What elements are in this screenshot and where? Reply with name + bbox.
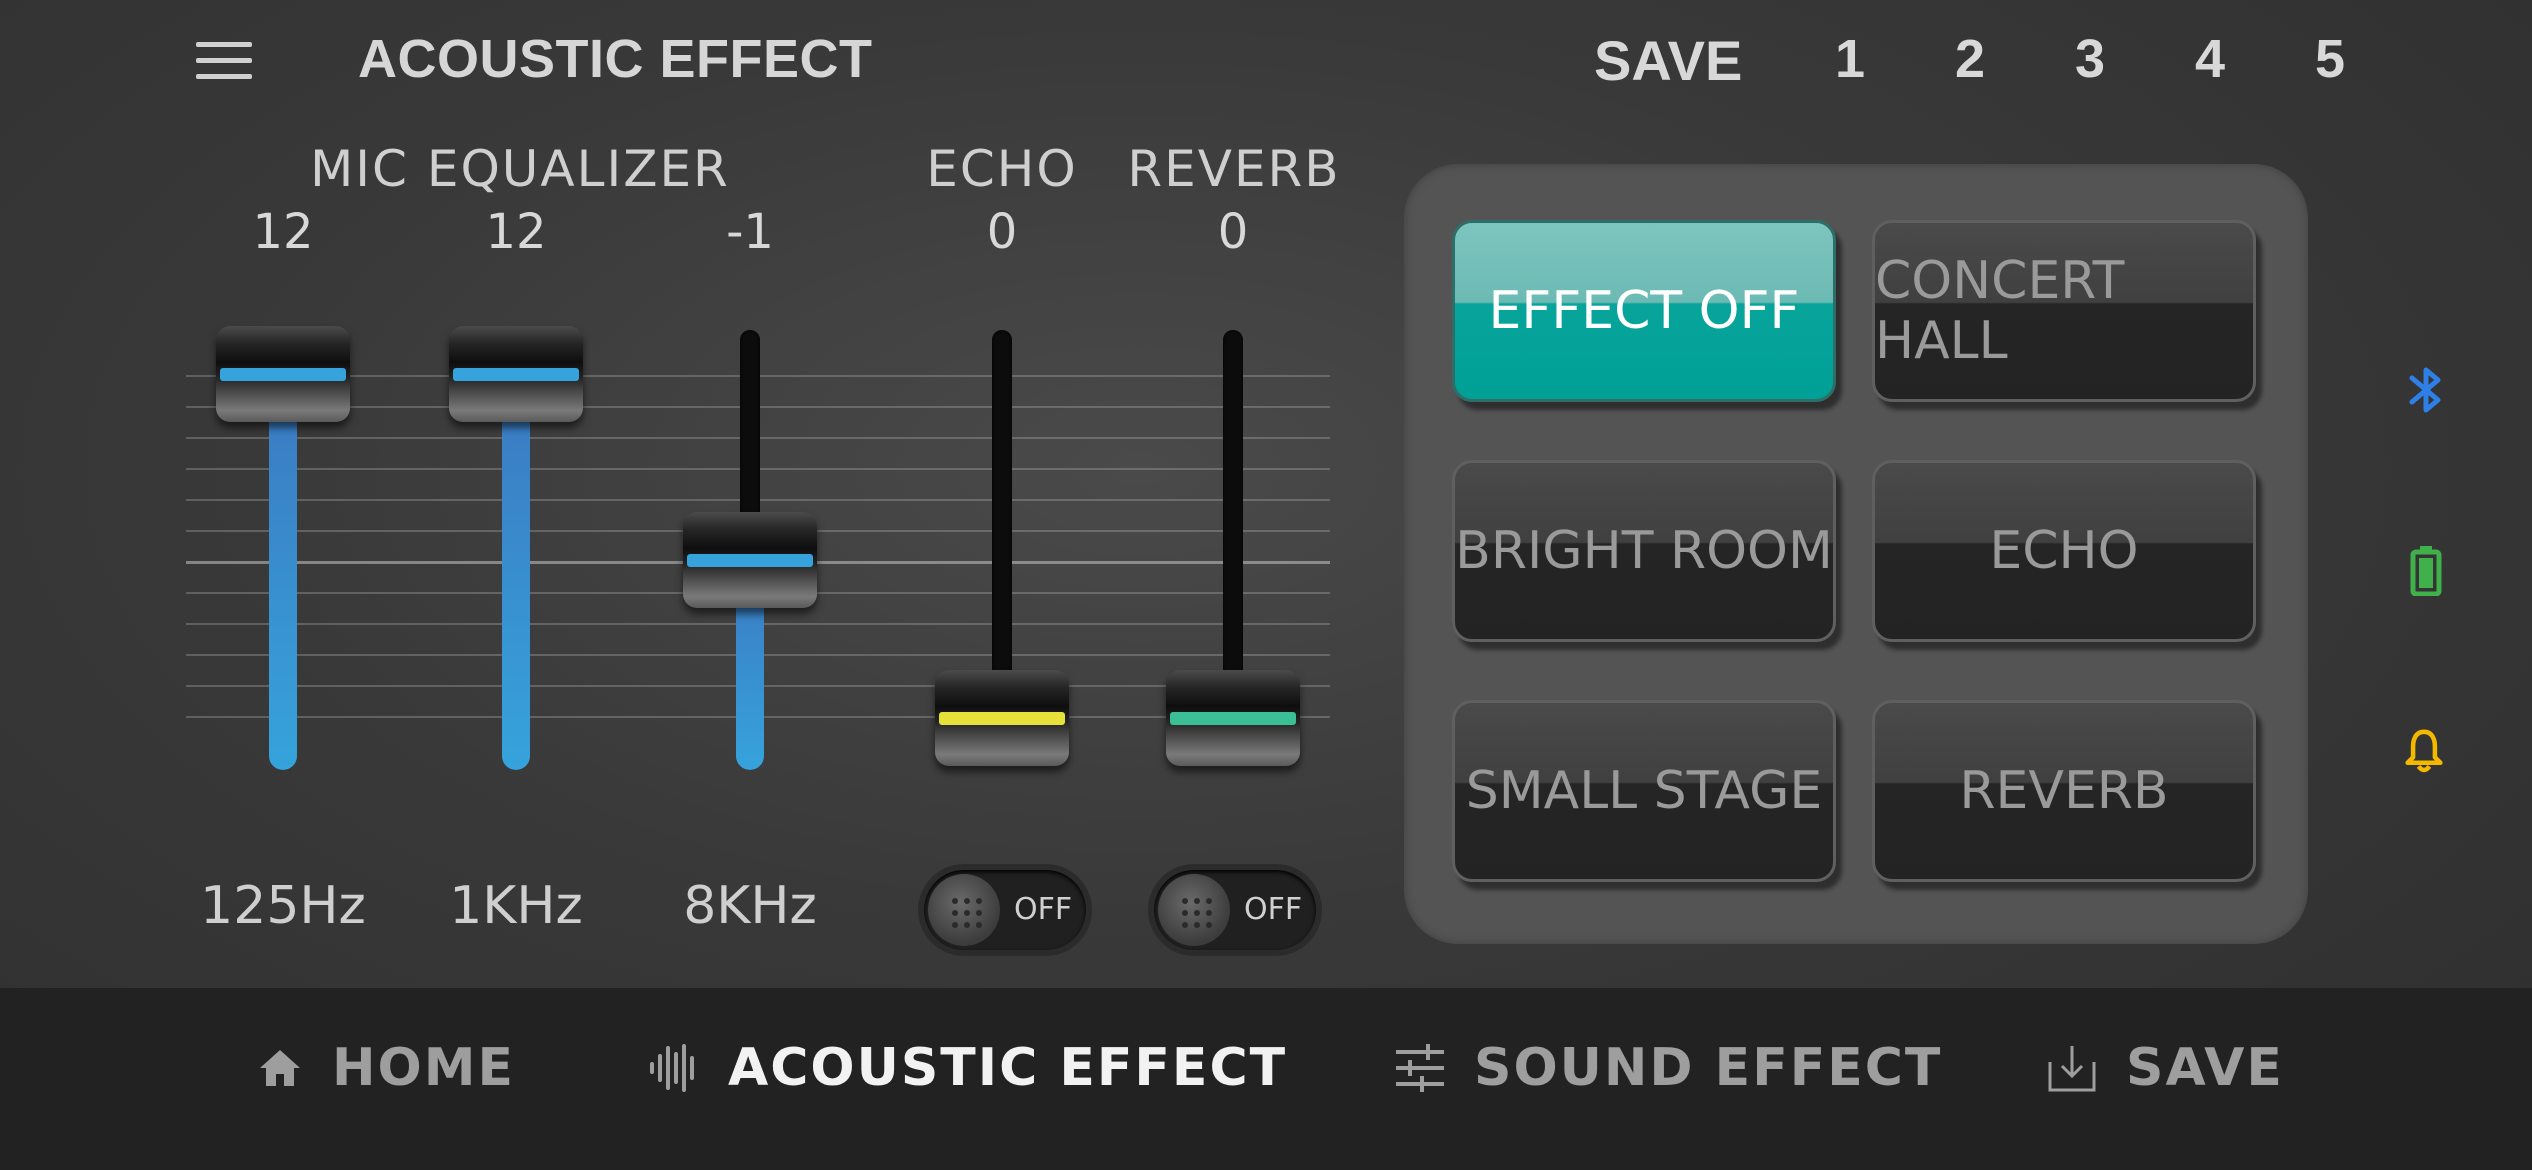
- nav-home[interactable]: HOME: [256, 1036, 515, 1100]
- nav-label: HOME: [332, 1038, 515, 1098]
- preset-slot-1[interactable]: 1: [1820, 28, 1880, 90]
- bell-icon: [2405, 729, 2443, 773]
- nav-sound-effect[interactable]: SOUND EFFECT: [1394, 1036, 1942, 1100]
- slider-knob[interactable]: [449, 326, 583, 422]
- slider-knob[interactable]: [683, 512, 817, 609]
- eq-8khz-label: 8KHz: [683, 876, 817, 936]
- eq-125hz-value: 12: [252, 204, 314, 260]
- preset-slot-2[interactable]: 2: [1940, 28, 2000, 90]
- preset-concert-hall-button[interactable]: CONCERT HALL: [1872, 220, 2256, 402]
- toggle-thumb: [1158, 874, 1230, 946]
- bluetooth-icon: [2409, 367, 2441, 413]
- save-header-label: SAVE: [1594, 29, 1743, 92]
- knob-stripe: [1170, 712, 1296, 725]
- knob-stripe: [453, 368, 579, 381]
- reverb-label: REVERB: [1127, 140, 1341, 198]
- waveform-icon: [650, 1044, 694, 1092]
- slider-knob[interactable]: [216, 326, 350, 422]
- knob-stripe: [939, 712, 1065, 725]
- home-icon: [260, 1050, 300, 1086]
- preset-slot-4[interactable]: 4: [2180, 28, 2240, 90]
- preset-slot-3[interactable]: 3: [2060, 28, 2120, 90]
- reverb-toggle[interactable]: OFF: [1154, 870, 1316, 950]
- slider-knob[interactable]: [1166, 670, 1300, 766]
- reverb-value: 0: [1217, 204, 1249, 260]
- nav-label: ACOUSTIC EFFECT: [728, 1038, 1288, 1098]
- nav-label: SOUND EFFECT: [1474, 1038, 1943, 1098]
- toggle-state: OFF: [1014, 892, 1073, 927]
- knob-stripe: [687, 554, 813, 568]
- toggle-state: OFF: [1244, 892, 1303, 927]
- slider-track: [1223, 330, 1243, 718]
- slider-track: [992, 330, 1012, 718]
- preset-slot-5[interactable]: 5: [2300, 28, 2360, 90]
- eq-1khz-label: 1KHz: [449, 876, 583, 936]
- preset-echo-button[interactable]: ECHO: [1872, 460, 2256, 642]
- download-icon: [2048, 1046, 2096, 1092]
- knob-stripe: [220, 368, 346, 381]
- page-title: ACOUSTIC EFFECT: [358, 29, 873, 89]
- slider-fill: [269, 374, 297, 770]
- mic-equalizer-label: MIC EQUALIZER: [310, 140, 730, 198]
- preset-effect-off-button[interactable]: EFFECT OFF: [1452, 220, 1836, 402]
- battery-icon: [2410, 546, 2442, 596]
- slider-fill: [502, 374, 530, 770]
- eq-125hz-label: 125Hz: [200, 876, 366, 936]
- menu-icon[interactable]: [196, 42, 252, 80]
- preset-reverb-button[interactable]: REVERB: [1872, 700, 2256, 882]
- nav-save[interactable]: SAVE: [2046, 1036, 2284, 1100]
- preset-small-stage-button[interactable]: SMALL STAGE: [1452, 700, 1836, 882]
- echo-toggle[interactable]: OFF: [924, 870, 1086, 950]
- eq-1khz-value: 12: [485, 204, 547, 260]
- toggle-thumb: [928, 874, 1000, 946]
- eq-8khz-value: -1: [726, 204, 774, 260]
- sliders-icon: [1396, 1044, 1444, 1092]
- preset-bright-room-button[interactable]: BRIGHT ROOM: [1452, 460, 1836, 642]
- echo-value: 0: [986, 204, 1018, 260]
- echo-label: ECHO: [926, 140, 1078, 198]
- nav-acoustic-effect[interactable]: ACOUSTIC EFFECT: [648, 1036, 1287, 1100]
- slider-knob[interactable]: [935, 670, 1069, 766]
- nav-label: SAVE: [2126, 1038, 2284, 1098]
